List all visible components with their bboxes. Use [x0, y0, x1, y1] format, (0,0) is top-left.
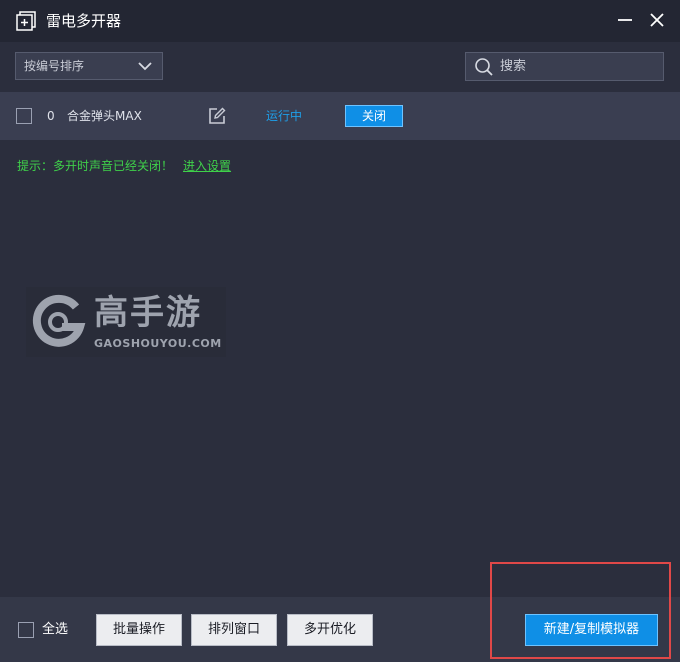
- arrange-windows-button[interactable]: 排列窗口: [191, 614, 277, 646]
- new-window-icon: [16, 11, 36, 31]
- instance-checkbox[interactable]: [16, 108, 32, 124]
- select-all-checkbox[interactable]: [18, 622, 34, 638]
- sort-select[interactable]: 按编号排序: [15, 52, 163, 80]
- instance-row: 0 合金弹头MAX 运行中 关闭: [0, 92, 680, 140]
- sort-select-value: 按编号排序: [24, 59, 85, 73]
- watermark: 高手游 GAOSHOUYOU.COM: [26, 287, 226, 357]
- hint-message: 提示：多开时声音已经关闭！ 进入设置: [17, 157, 231, 175]
- instance-name: 合金弹头MAX: [67, 109, 142, 123]
- title-bar: 雷电多开器: [0, 0, 680, 42]
- select-all-label: 全选: [42, 622, 69, 637]
- edit-icon[interactable]: [207, 106, 227, 126]
- minimize-icon[interactable]: [614, 9, 636, 31]
- watermark-text: 高手游: [94, 293, 202, 333]
- instance-status: 运行中: [266, 109, 303, 123]
- highlight-box: [490, 562, 671, 659]
- watermark-url: GAOSHOUYOU.COM: [94, 337, 222, 350]
- window-title: 雷电多开器: [46, 12, 122, 30]
- close-icon[interactable]: [646, 9, 668, 31]
- search-icon: [475, 58, 493, 76]
- search-input[interactable]: [500, 55, 650, 78]
- chevron-down-icon: [138, 62, 152, 71]
- close-instance-button[interactable]: 关闭: [345, 105, 403, 127]
- watermark-logo-icon: [32, 294, 86, 347]
- batch-operation-button[interactable]: 批量操作: [96, 614, 182, 646]
- multi-optimize-button[interactable]: 多开优化: [287, 614, 373, 646]
- search-box[interactable]: [465, 52, 664, 81]
- hint-text: 提示：多开时声音已经关闭！: [17, 159, 174, 173]
- instance-index: 0: [47, 109, 55, 123]
- settings-link[interactable]: 进入设置: [183, 159, 231, 173]
